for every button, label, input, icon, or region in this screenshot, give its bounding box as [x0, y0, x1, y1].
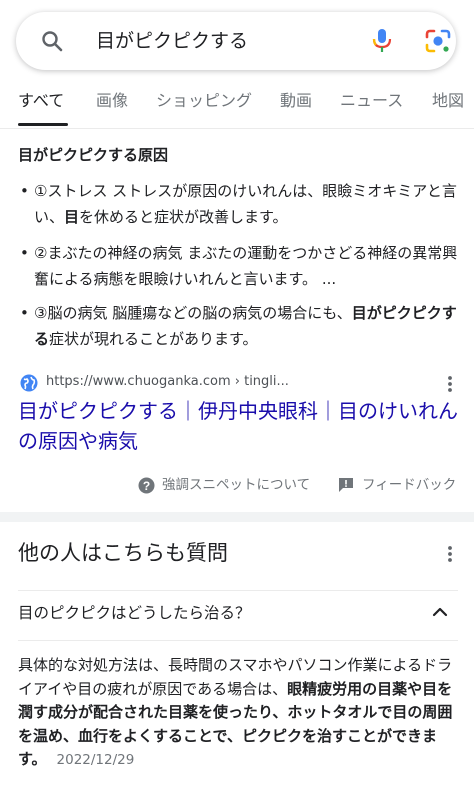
svg-text:?: ?	[143, 479, 150, 493]
feedback-link[interactable]: フィードバック	[362, 474, 456, 496]
list-item-text: ①ストレス ストレスが原因のけいれんは、眼瞼ミオキミアと言い、目を休めると症状が…	[34, 178, 462, 230]
divider	[18, 590, 458, 591]
text-segment: ③脳の病気 脳腫瘍などの脳の病気の場合にも、	[34, 304, 352, 322]
paa-title: 他の人はこちらも質問	[18, 541, 228, 565]
bullet-marker: •	[20, 304, 29, 322]
paa-answer: 具体的な対処方法は、長時間のスマホやパソコン作業によるドライアイや目の疲れが原因…	[18, 654, 458, 773]
divider	[0, 128, 474, 129]
bullet-marker: •	[20, 244, 29, 262]
bullet-marker: •	[20, 182, 29, 200]
about-featured-snippets-link[interactable]: 強調スニペットについて	[162, 474, 310, 496]
snippet-title: 目がピクピクする原因	[18, 146, 169, 164]
google-lens-icon[interactable]	[424, 28, 452, 54]
tab-all[interactable]: すべて	[18, 90, 64, 112]
search-icon[interactable]	[40, 29, 64, 53]
microphone-icon[interactable]	[370, 27, 394, 55]
list-item-text: ②まぶたの神経の病気 まぶたの運動をつかさどる神経の異常興奮による病態を眼瞼けい…	[34, 240, 462, 292]
more-vertical-icon[interactable]	[444, 374, 456, 394]
search-bar[interactable]: 目がピクピクする	[16, 12, 456, 70]
paa-question[interactable]: 目のピクピクはどうしたら治る？	[18, 600, 251, 626]
help-icon[interactable]: ?	[138, 477, 155, 494]
active-tab-indicator	[18, 123, 68, 126]
tab-news[interactable]: ニュース	[340, 90, 403, 112]
text-segment: ②まぶたの神経の病気 まぶたの運動をつかさどる神経の異常興奮による病態を眼瞼けい…	[34, 244, 458, 288]
search-tabs: すべて 画像 ショッピング 動画 ニュース 地図	[0, 82, 474, 126]
result-url[interactable]: https://www.chuoganka.com › tingli...	[46, 372, 289, 392]
answer-date: 2022/12/29	[56, 752, 135, 768]
more-vertical-icon[interactable]	[444, 544, 456, 564]
text-segment: を休めると症状が改善します。	[79, 208, 288, 226]
tab-maps[interactable]: 地図	[432, 90, 464, 112]
globe-icon	[20, 374, 38, 392]
divider	[18, 640, 458, 641]
section-divider	[0, 512, 474, 522]
text-bold: 目	[64, 208, 80, 226]
tab-videos[interactable]: 動画	[280, 90, 312, 112]
search-input[interactable]: 目がピクピクする	[96, 27, 248, 55]
chevron-up-icon[interactable]	[432, 604, 448, 620]
result-title-link[interactable]: 目がピクピクする｜伊丹中央眼科｜目のけいれんの原因や病気	[18, 396, 458, 456]
feedback-icon[interactable]	[338, 477, 354, 493]
tab-images[interactable]: 画像	[96, 90, 128, 112]
text-segment: 症状が現れることがあります。	[49, 330, 258, 348]
list-item-text: ③脳の病気 脳腫瘍などの脳の病気の場合にも、目がピクピクする症状が現れることがあ…	[34, 300, 462, 352]
tab-shopping[interactable]: ショッピング	[156, 90, 252, 112]
